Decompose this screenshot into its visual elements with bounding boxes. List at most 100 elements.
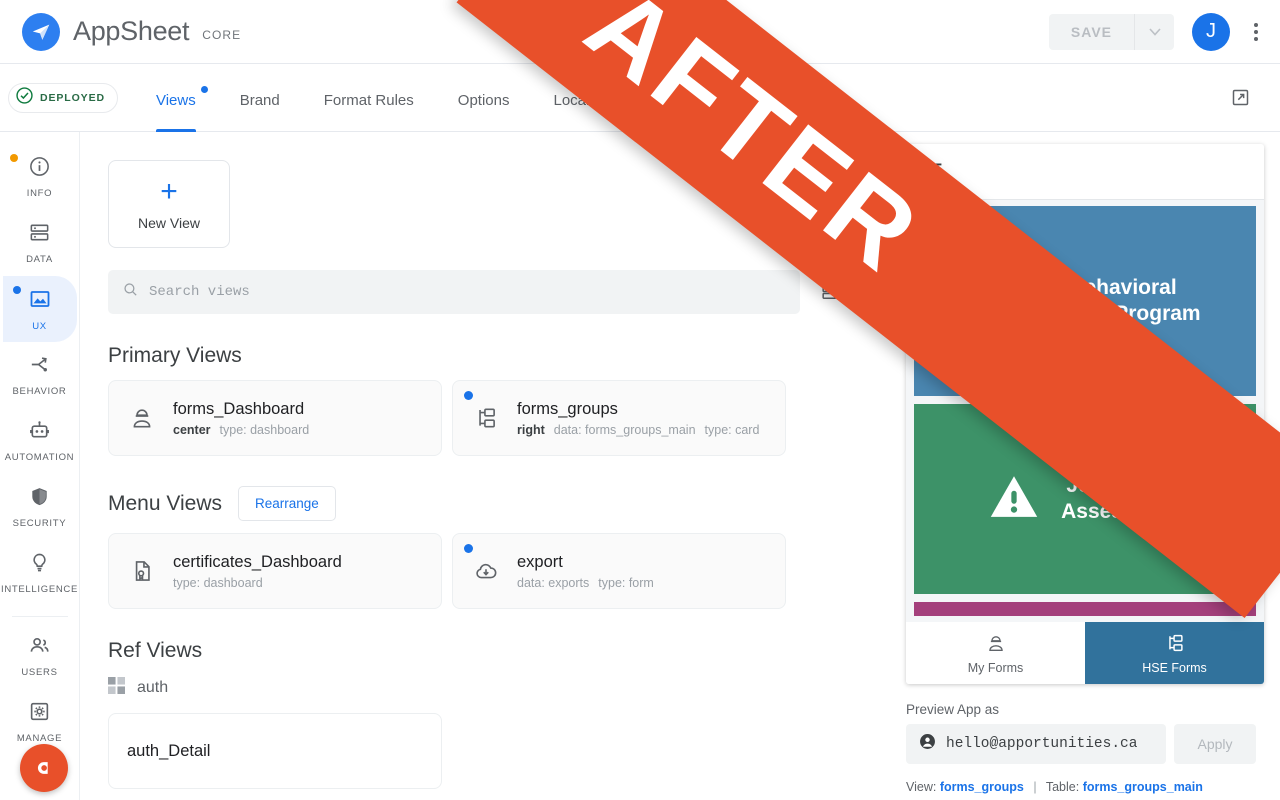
table-prefix-label: Table: [1045, 780, 1080, 794]
sidebar-item-behavior-label: BEHAVIOR [12, 386, 67, 397]
section-title-primary-views: Primary Views [108, 344, 242, 367]
tab-brand[interactable]: Brand [218, 64, 302, 132]
preview-tile-job-hazard[interactable]: Job Hazard Assessment [914, 404, 1256, 594]
tab-options[interactable]: Options [436, 64, 532, 132]
sort-lines-icon[interactable] [924, 158, 946, 185]
tab-localize[interactable]: Localize [531, 64, 630, 132]
rearrange-button[interactable]: Rearrange [238, 486, 336, 521]
sidebar-item-intelligence-label: INTELLIGENCE [0, 584, 79, 595]
tab-options-label: Options [457, 91, 510, 109]
view-prefix-label: View: [906, 780, 937, 794]
account-circle-icon [918, 732, 937, 756]
footer-table-link[interactable]: forms_groups_main [1083, 780, 1203, 794]
email-field[interactable] [946, 736, 1154, 752]
sidebar-item-behavior[interactable]: BEHAVIOR [0, 342, 80, 408]
view-card-text: certificates_Dashboard type: dashboard [173, 553, 342, 590]
search-views-box[interactable] [108, 270, 800, 314]
tab-views-label: Views [155, 91, 196, 109]
sidebar-item-data[interactable]: DATA [0, 210, 80, 276]
list-layout-icon[interactable] [820, 283, 839, 302]
sidebar-item-automation[interactable]: AUTOMATION [0, 408, 80, 474]
sidebar-item-intelligence[interactable]: INTELLIGENCE [0, 540, 80, 606]
ref-group-auth[interactable]: auth [108, 677, 890, 699]
brand-name: AppSheet [73, 16, 190, 46]
branch-arrow-icon [28, 353, 51, 381]
apply-button[interactable]: Apply [1174, 724, 1256, 764]
tab-brand-label: Brand [239, 91, 280, 109]
view-card-export[interactable]: export data: exports type: form [452, 533, 786, 609]
sidebar-item-info[interactable]: INFO [0, 144, 80, 210]
view-card-data: data: exports [517, 575, 590, 590]
view-card-forms-dashboard[interactable]: forms_Dashboard center type: dashboard [108, 380, 442, 456]
footer-separator: | [1033, 780, 1037, 794]
grid-icon [108, 677, 125, 699]
search-row [108, 270, 890, 314]
preview-tile-title: Job Hazard Assessment [1061, 473, 1185, 523]
search-input[interactable] [149, 284, 786, 300]
info-icon [28, 155, 51, 183]
sidebar-item-security-label: SECURITY [12, 518, 67, 529]
appsheet-assistant-icon[interactable] [20, 744, 68, 792]
chevron-down-icon[interactable] [1134, 13, 1174, 50]
hardhat-person-icon [127, 405, 157, 431]
view-card-text: auth_Detail [127, 742, 210, 761]
sidebar-item-users[interactable]: USERS [0, 623, 80, 689]
view-card-position: center [173, 422, 211, 437]
sidebar-item-automation-label: AUTOMATION [4, 452, 75, 463]
preview-tile-behavioral-safety[interactable]: Behavioral Safety Program [914, 206, 1256, 396]
view-card-text: forms_groups right data: forms_groups_ma… [517, 400, 759, 437]
info-change-dot [9, 154, 18, 162]
tab-localize-label: Localize [553, 91, 609, 109]
robot-icon [28, 419, 51, 447]
save-button-group[interactable]: SAVE [1048, 13, 1174, 50]
view-card-meta: data: exports type: form [517, 576, 654, 590]
view-card-text: export data: exports type: form [517, 553, 654, 590]
check-circle-icon [15, 86, 34, 110]
view-card-dot [464, 391, 473, 400]
sidebar-item-info-label: INFO [26, 188, 53, 199]
tab-format-rules-label: Format Rules [323, 91, 414, 109]
image-icon [28, 287, 52, 316]
avatar[interactable]: J [1192, 12, 1230, 51]
tab-bar: DEPLOYED Views Brand Format Rules Option… [0, 64, 1280, 132]
view-card-text: forms_Dashboard center type: dashboard [173, 400, 309, 437]
view-card-name: auth_Detail [127, 741, 211, 760]
footer-view-link[interactable]: forms_groups [940, 780, 1024, 794]
status-badge-label: DEPLOYED [40, 91, 105, 104]
more-vert-icon[interactable] [1248, 17, 1264, 47]
view-card-auth-detail[interactable]: auth_Detail [108, 713, 442, 789]
preview-email-field[interactable] [906, 724, 1166, 764]
tab-views[interactable]: Views [134, 64, 218, 132]
save-button[interactable]: SAVE [1049, 14, 1134, 50]
phone-nav-my-forms[interactable]: My Forms [906, 622, 1085, 684]
preview-tile-strip[interactable] [914, 602, 1256, 616]
view-card-name: forms_Dashboard [173, 399, 305, 418]
sidebar-item-ux[interactable]: UX [2, 276, 77, 342]
phone-preview[interactable]: Behavioral Safety Program Job Hazard Asses… [906, 144, 1264, 684]
new-view-button[interactable]: + New View [108, 160, 230, 248]
open-in-new-icon[interactable] [1224, 82, 1256, 114]
lightbulb-icon [28, 551, 51, 579]
plus-icon: + [160, 175, 178, 208]
warning-triangle-icon [985, 468, 1043, 531]
sidebar-item-manage-label: MANAGE [16, 733, 63, 744]
appsheet-paper-plane-icon [22, 12, 60, 51]
status-badge[interactable]: DEPLOYED [8, 82, 118, 113]
left-nav-rail: INFO DATA UX BEHAVIOR AUTOMATION SECURIT… [0, 132, 80, 800]
phone-nav-hse-forms[interactable]: HSE Forms [1085, 622, 1264, 684]
tab-format-rules[interactable]: Format Rules [302, 64, 436, 132]
view-card-type: type: form [598, 575, 654, 590]
section-header-ref-views: Ref Views [108, 639, 890, 663]
view-card-meta: center type: dashboard [173, 423, 309, 437]
brand-logo-group[interactable]: AppSheet CORE [22, 12, 241, 51]
sidebar-item-security[interactable]: SECURITY [0, 474, 80, 540]
view-card-forms-groups[interactable]: forms_groups right data: forms_groups_ma… [452, 380, 786, 456]
primary-views-row: forms_Dashboard center type: dashboard f… [108, 380, 890, 456]
view-card-certificates-dashboard[interactable]: certificates_Dashboard type: dashboard [108, 533, 442, 609]
preview-app-as-row: Apply [906, 724, 1256, 764]
view-card-type: type: dashboard [219, 422, 310, 437]
top-bar-actions: SAVE J [1048, 12, 1264, 51]
view-card-name: forms_groups [517, 399, 618, 418]
phone-nav-label: HSE Forms [1142, 660, 1207, 675]
sidebar-item-users-label: USERS [21, 667, 58, 678]
